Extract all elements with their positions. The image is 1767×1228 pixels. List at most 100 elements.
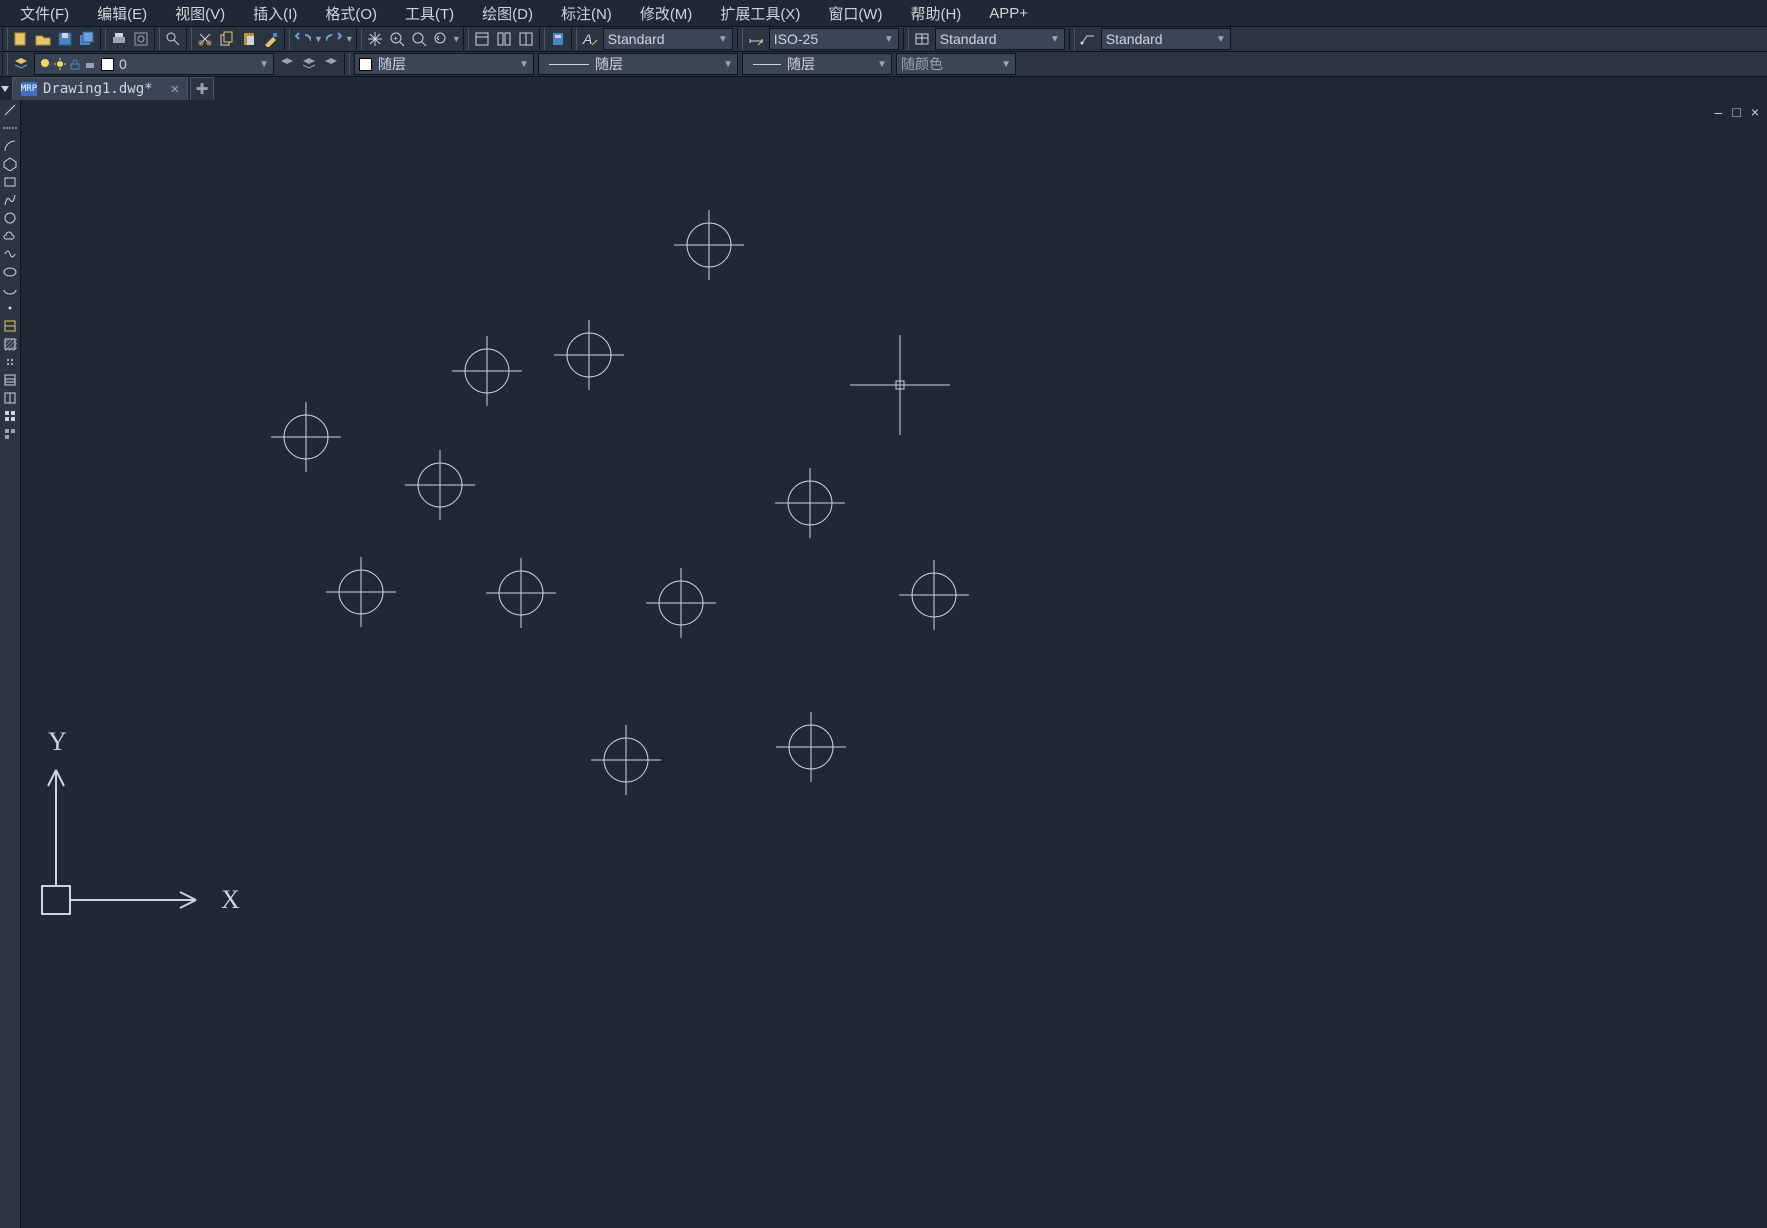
plotstyle-value: 随颜色 [901,54,943,74]
tool-polygon-icon[interactable] [2,156,18,172]
tool-ellipsearc-icon[interactable] [2,282,18,298]
menu-draw[interactable]: 绘图(D) [468,3,547,24]
lineweight-combo[interactable]: 随层▼ [742,53,892,75]
dim-style-combo[interactable]: ISO-25▼ [769,28,899,50]
new-icon[interactable] [12,30,30,48]
textstyle-icon[interactable]: A [581,30,599,48]
cut-icon[interactable] [196,30,214,48]
redo-icon[interactable] [325,30,343,48]
dim-style-value: ISO-25 [774,31,818,47]
tool-boundary-icon[interactable] [2,354,18,370]
copy-icon[interactable] [218,30,236,48]
tablist-dropdown-icon[interactable] [1,86,9,92]
text-style-value: Standard [608,31,665,47]
linetype-combo[interactable]: 随层▼ [538,53,738,75]
menu-modify[interactable]: 修改(M) [626,3,707,24]
dimstyle-icon[interactable] [747,30,765,48]
tool-options-icon[interactable] [2,426,18,442]
dwg-icon: MRP [21,82,37,96]
menu-help[interactable]: 帮助(H) [896,3,975,24]
svg-text:X: X [221,885,240,914]
tool-point-icon[interactable] [2,300,18,316]
menu-tools[interactable]: 工具(T) [391,3,468,24]
linetype-value: 随层 [595,54,623,74]
find-icon[interactable] [164,30,182,48]
zoom-prev-icon[interactable] [432,30,450,48]
redo-dropdown-icon[interactable]: ▼ [345,34,354,44]
tool-xline-icon[interactable] [2,120,18,136]
svg-text:+: + [393,34,398,43]
mleaderstyle-icon[interactable] [1079,30,1097,48]
tool-circle-icon[interactable] [2,210,18,226]
pan-icon[interactable] [366,30,384,48]
zoom-dropdown-icon[interactable]: ▼ [452,34,461,44]
menu-view[interactable]: 视图(V) [161,3,239,24]
layer-prev-icon[interactable] [278,55,296,73]
document-tab-label: Drawing1.dwg* [43,81,153,97]
new-tab-button[interactable]: ✚ [190,77,214,101]
tool-rect-icon[interactable] [2,174,18,190]
layer-name: 0 [119,56,127,72]
menu-file[interactable]: 文件(F) [6,3,83,24]
layer-iso-icon[interactable] [322,55,340,73]
tool-curve-icon[interactable] [2,192,18,208]
table-style-value: Standard [940,31,997,47]
menu-ext[interactable]: 扩展工具(X) [706,3,814,24]
menu-window[interactable]: 窗口(W) [814,3,896,24]
plotstyle-combo[interactable]: 随颜色▼ [896,53,1016,75]
text-style-combo[interactable]: Standard▼ [603,28,733,50]
menu-app[interactable]: APP+ [975,5,1042,22]
lineweight-preview [753,64,781,65]
undo-dropdown-icon[interactable]: ▼ [314,34,323,44]
tool-grid-icon[interactable] [2,408,18,424]
sun-icon [54,58,66,70]
layer-combo[interactable]: 0 ▼ [34,53,274,75]
menu-insert[interactable]: 插入(I) [239,3,311,24]
drawing-canvas[interactable]: – □ × XY [21,100,1767,1228]
toolbar-layers: 0 ▼ 随层▼ 随层▼ 随层▼ 随颜色▼ [0,52,1767,77]
toolbar-standard: ▼ ▼ + ▼ A Standard▼ ISO-25▼ Standard▼ St… [0,27,1767,52]
tool-arc-icon[interactable] [2,138,18,154]
undo-icon[interactable] [294,30,312,48]
canvas-graphics: XY [21,100,1767,1228]
svg-text:Y: Y [48,727,67,756]
tool-hatch-icon[interactable] [2,336,18,352]
linetype-preview [549,64,589,65]
toolpalette-icon[interactable] [517,30,535,48]
open-icon[interactable] [34,30,52,48]
layer-state-icon[interactable] [300,55,318,73]
matchprop-icon[interactable] [262,30,280,48]
close-tab-icon[interactable]: ✕ [171,81,179,97]
tool-ellipse-icon[interactable] [2,264,18,280]
saveall-icon[interactable] [78,30,96,48]
print-icon[interactable] [110,30,128,48]
paste-icon[interactable] [240,30,258,48]
menu-bar: 文件(F) 编辑(E) 视图(V) 插入(I) 格式(O) 工具(T) 绘图(D… [0,0,1767,27]
tool-table-icon[interactable] [2,372,18,388]
draw-toolbar [0,100,21,1228]
zoom-rt-icon[interactable]: + [388,30,406,48]
tool-block-icon[interactable] [2,318,18,334]
document-tab[interactable]: MRP Drawing1.dwg* ✕ [12,77,188,101]
calc-icon[interactable] [549,30,567,48]
save-icon[interactable] [56,30,74,48]
color-combo[interactable]: 随层▼ [354,53,534,75]
tablestyle-icon[interactable] [913,30,931,48]
preview-icon[interactable] [132,30,150,48]
tool-cloud-icon[interactable] [2,228,18,244]
properties-icon[interactable] [473,30,491,48]
table-style-combo[interactable]: Standard▼ [935,28,1065,50]
menu-dim[interactable]: 标注(N) [547,3,626,24]
zoom-win-icon[interactable] [410,30,428,48]
tool-spline-icon[interactable] [2,246,18,262]
menu-format[interactable]: 格式(O) [311,3,391,24]
tool-line-icon[interactable] [2,102,18,118]
layermgr-icon[interactable] [12,55,30,73]
svg-text:A: A [582,31,592,47]
workspace: – □ × XY [0,100,1767,1228]
color-value: 随层 [378,54,406,74]
designcenter-icon[interactable] [495,30,513,48]
menu-edit[interactable]: 编辑(E) [83,3,161,24]
mleader-style-combo[interactable]: Standard▼ [1101,28,1231,50]
tool-region-icon[interactable] [2,390,18,406]
